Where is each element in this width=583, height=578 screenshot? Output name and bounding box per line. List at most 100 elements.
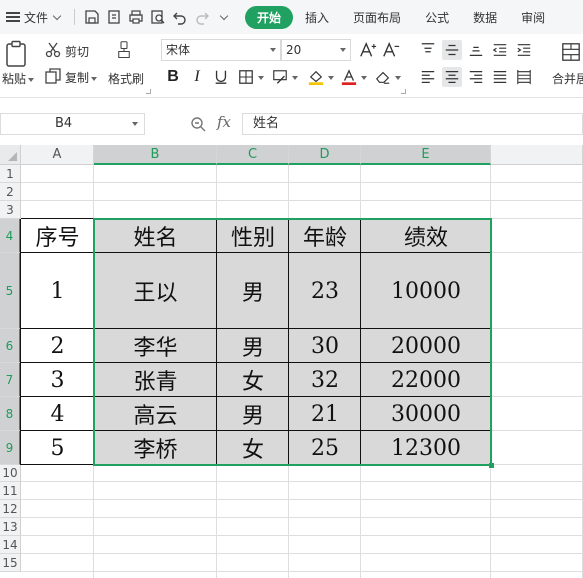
align-bottom-icon[interactable] [466,40,486,60]
distributed-align-icon[interactable] [514,67,534,87]
cell-style-icon[interactable] [270,67,290,87]
table-cell[interactable]: 3 [21,363,94,397]
tab-formulas[interactable]: 公式 [413,9,461,26]
gridline-horizontal [21,571,583,572]
name-box-value: B4 [55,116,73,131]
group-launcher-icon[interactable] [401,89,406,94]
merge-center-icon[interactable] [560,41,582,63]
column-header-d[interactable]: D [289,145,361,165]
caret-down-icon[interactable] [292,76,298,80]
column-header-b[interactable]: B [94,145,217,165]
row-header-13[interactable]: 13 [0,518,21,536]
spreadsheet-grid[interactable]: A B C D E 1 2 3 4 5 6 7 8 9 10 11 12 13 14 15 序号 姓名 性别 年龄 绩效 1 王以男… [0,145,583,578]
borders-icon[interactable] [236,67,256,87]
table-cell[interactable]: 2 [21,329,94,363]
eraser-icon[interactable] [373,67,393,87]
name-box[interactable]: B4 [0,113,145,135]
table-cell[interactable]: 1 [21,253,94,329]
align-center-icon[interactable] [442,67,462,87]
copy-icon[interactable] [44,67,62,85]
row-header-9[interactable]: 9 [0,431,21,465]
row-header-6[interactable]: 6 [0,329,21,363]
more-icon[interactable] [213,6,235,28]
paste-button[interactable]: 粘贴 [2,70,35,87]
selection-border [93,218,492,466]
decrease-font-icon[interactable] [381,40,401,60]
print-preview-icon[interactable] [147,6,169,28]
tab-insert[interactable]: 插入 [293,9,341,26]
bold-icon[interactable]: B [163,67,183,87]
align-right-icon[interactable] [466,67,486,87]
caret-down-icon[interactable] [395,76,401,80]
row-header-5[interactable]: 5 [0,253,21,329]
tab-review[interactable]: 审阅 [509,9,557,26]
font-size-value: 20 [286,43,302,57]
row-header-15[interactable]: 15 [0,554,21,572]
save-icon[interactable] [81,6,103,28]
row-header-2[interactable]: 2 [0,183,21,201]
group-launcher-icon[interactable] [146,89,151,94]
decrease-indent-icon[interactable] [490,40,510,60]
table-cell[interactable]: 5 [21,431,94,465]
italic-icon[interactable]: I [187,67,207,87]
font-name-value: 宋体 [166,43,191,57]
zoom-icon[interactable] [190,116,206,132]
menu-bar: 文件 开始 插入 页面布局 公式 数据 审阅 [0,0,583,34]
align-middle-icon[interactable] [442,40,462,60]
fill-handle[interactable] [489,463,494,468]
paste-icon[interactable] [4,40,28,68]
font-name-select[interactable]: 宋体 [161,39,281,61]
copy-label: 复制 [65,71,90,85]
formula-bar: B4 fx 姓名 [0,110,583,138]
increase-font-icon[interactable] [358,40,378,60]
row-header-11[interactable]: 11 [0,482,21,500]
fx-icon[interactable]: fx [217,113,231,131]
column-header-a[interactable]: A [21,145,94,165]
gridline-horizontal [21,182,583,183]
scissors-icon[interactable] [44,41,62,59]
row-header-1[interactable]: 1 [0,165,21,183]
file-menu-label: 文件 [24,10,49,25]
caret-down-icon[interactable] [361,76,367,80]
column-header-e[interactable]: E [361,145,491,165]
align-left-icon[interactable] [418,67,438,87]
select-all-corner[interactable] [0,145,21,165]
caret-down-icon[interactable] [258,76,264,80]
table-cell[interactable]: 4 [21,397,94,431]
undo-icon[interactable] [169,6,191,28]
column-header-c[interactable]: C [217,145,289,165]
table-header-cell[interactable]: 序号 [21,219,94,253]
row-header-8[interactable]: 8 [0,397,21,431]
merge-center-label[interactable]: 合并居 [552,70,583,87]
row-header-10[interactable]: 10 [0,465,21,482]
redo-icon[interactable] [191,6,213,28]
hamburger-icon [6,12,20,22]
caret-down-icon[interactable] [328,76,334,80]
align-top-icon[interactable] [418,40,438,60]
format-painter-icon[interactable] [115,41,137,65]
row-header-4[interactable]: 4 [0,219,21,253]
export-icon[interactable] [103,6,125,28]
increase-indent-icon[interactable] [514,40,534,60]
justify-icon[interactable] [490,67,510,87]
row-header-3[interactable]: 3 [0,201,21,219]
row-header-7[interactable]: 7 [0,363,21,397]
caret-down-icon [270,48,276,52]
fill-color-icon[interactable] [306,67,326,87]
copy-button[interactable]: 复制 [65,69,98,86]
format-painter-label[interactable]: 格式刷 [108,70,144,87]
gridline-horizontal [21,553,583,554]
file-menu[interactable]: 文件 [0,0,68,34]
ribbon: 粘贴 剪切 复制 格式刷 宋体 20 B I 合并居 [0,34,583,98]
row-header-12[interactable]: 12 [0,500,21,518]
tab-page-layout[interactable]: 页面布局 [341,9,413,26]
cut-label[interactable]: 剪切 [65,43,89,60]
font-size-select[interactable]: 20 [281,39,351,61]
tab-data[interactable]: 数据 [461,9,509,26]
tab-home[interactable]: 开始 [245,5,294,29]
font-color-icon[interactable] [339,67,359,87]
underline-icon[interactable] [211,67,231,87]
formula-input[interactable]: 姓名 [242,113,583,135]
row-header-14[interactable]: 14 [0,536,21,554]
print-icon[interactable] [125,6,147,28]
